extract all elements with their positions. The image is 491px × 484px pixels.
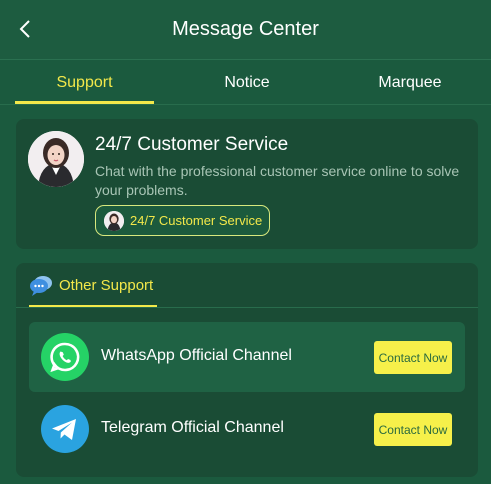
agent-mini-avatar-icon	[104, 210, 124, 231]
customer-service-avatar	[28, 131, 84, 187]
customer-service-description: Chat with the professional customer serv…	[95, 163, 460, 198]
agent-avatar-icon	[28, 131, 84, 187]
telegram-icon	[41, 405, 89, 453]
telegram-channel-name: Telegram Official Channel	[101, 419, 284, 436]
whatsapp-contact-button[interactable]: Contact Now	[374, 341, 452, 374]
page-title: Message Center	[172, 18, 319, 40]
other-support-title: Other Support	[59, 277, 154, 294]
tab-notice[interactable]: Notice	[172, 61, 322, 105]
telegram-channel-row[interactable]: Telegram Official Channel Contact Now	[29, 394, 465, 464]
customer-service-button[interactable]: 24/7 Customer Service	[95, 205, 270, 236]
tabs-divider	[0, 104, 491, 105]
tab-bar: Support Notice Marquee	[0, 61, 491, 105]
other-support-divider	[16, 307, 478, 308]
telegram-contact-button[interactable]: Contact Now	[374, 413, 452, 446]
tab-marquee[interactable]: Marquee	[335, 61, 485, 105]
whatsapp-channel-row[interactable]: WhatsApp Official Channel Contact Now	[29, 322, 465, 392]
header-bar: Message Center	[0, 0, 491, 60]
whatsapp-channel-name: WhatsApp Official Channel	[101, 347, 292, 364]
customer-service-title: 24/7 Customer Service	[95, 134, 289, 155]
whatsapp-icon	[41, 333, 89, 381]
customer-service-button-label: 24/7 Customer Service	[130, 213, 263, 228]
chat-bubble-icon	[29, 273, 53, 297]
tab-support[interactable]: Support	[15, 61, 154, 105]
